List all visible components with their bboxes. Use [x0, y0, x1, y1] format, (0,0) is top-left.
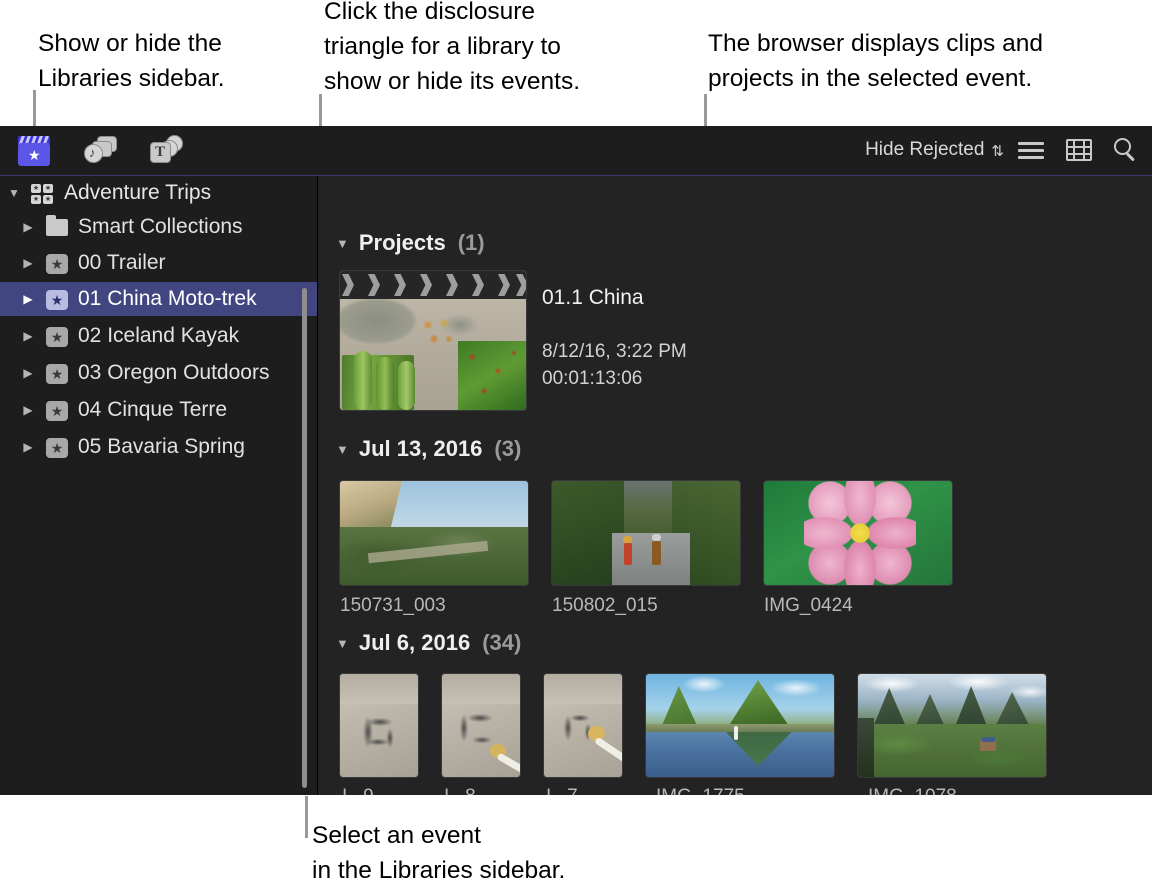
- sidebar-library-adventure-trips[interactable]: ▼ ★ ★ ★ ★ Adventure Trips: [0, 176, 318, 210]
- clip-thumbnail-150731-003[interactable]: [340, 481, 528, 585]
- callout-browser-displays: The browser displays clips and projects …: [708, 26, 1138, 96]
- project-date: 8/12/16, 3:22 PM: [542, 341, 687, 363]
- libraries-icon[interactable]: ★: [18, 134, 50, 166]
- disclosure-triangle-jul-13-2016[interactable]: ▼: [336, 442, 349, 457]
- list-view-icon[interactable]: [1018, 140, 1044, 160]
- section-count: (1): [458, 230, 485, 256]
- clip-label: 150731_003: [340, 595, 446, 617]
- folder-icon: [42, 215, 72, 239]
- callout-select-event: Select an event in the Libraries sidebar…: [312, 818, 692, 888]
- disclosure-triangle-00-trailer[interactable]: ▶: [14, 257, 42, 269]
- section-header-jul-13-2016[interactable]: ▼ Jul 13, 2016 (3): [336, 436, 521, 462]
- leader-line-select-event: [305, 796, 308, 838]
- clip-label: I...8: [444, 786, 476, 795]
- browser-pane: ▼ Projects (1) 01.1 China 8/12/16,: [318, 176, 1152, 795]
- clip-thumbnail-i-8[interactable]: [442, 674, 520, 777]
- browser-toolbar: ★ ♪ T Hide Rejected ⇅: [0, 126, 1152, 175]
- event-star-icon: ★: [42, 435, 72, 459]
- sidebar-item-05-bavaria-spring[interactable]: ▶ ★ 05 Bavaria Spring: [0, 430, 318, 464]
- disclosure-triangle-05-bavaria-spring[interactable]: ▶: [14, 441, 42, 453]
- search-icon[interactable]: [1114, 138, 1138, 162]
- clip-label: I...9: [342, 786, 374, 795]
- sidebar-item-label: Smart Collections: [72, 215, 243, 239]
- clip-label: I...7: [546, 786, 578, 795]
- photos-audio-icon[interactable]: ♪: [84, 134, 118, 166]
- sidebar-item-04-cinque-terre[interactable]: ▶ ★ 04 Cinque Terre: [0, 393, 318, 427]
- clip-thumbnail-150802-015[interactable]: [552, 481, 740, 585]
- sidebar-item-smart-collections[interactable]: ▶ Smart Collections: [0, 210, 318, 244]
- sidebar-item-label: 01 China Moto-trek: [72, 287, 257, 311]
- sidebar-item-00-trailer[interactable]: ▶ ★ 00 Trailer: [0, 246, 318, 280]
- sidebar-item-02-iceland-kayak[interactable]: ▶ ★ 02 Iceland Kayak: [0, 319, 318, 353]
- libraries-sidebar: ▼ ★ ★ ★ ★ Adventure Trips ▶ Smart Collec…: [0, 176, 318, 795]
- sidebar-item-01-china-moto-trek[interactable]: ▶ ★ 01 China Moto-trek: [0, 282, 318, 316]
- disclosure-triangle-04-cinque-terre[interactable]: ▶: [14, 404, 42, 416]
- library-icon: ★ ★ ★ ★: [28, 181, 58, 205]
- titles-generators-icon[interactable]: T: [150, 134, 184, 166]
- section-count: (3): [494, 436, 521, 462]
- library-label: Adventure Trips: [58, 181, 211, 205]
- chevron-up-down-icon: ⇅: [991, 144, 1004, 159]
- clip-thumbnail-img-0424[interactable]: [764, 481, 952, 585]
- clip-thumbnail-i-9[interactable]: [340, 674, 418, 777]
- disclosure-triangle-03-oregon-outdoors[interactable]: ▶: [14, 367, 42, 379]
- event-star-icon: ★: [42, 398, 72, 422]
- star-glyph: ★: [28, 148, 41, 162]
- clip-label: IMG_0424: [764, 595, 853, 617]
- clip-label: IMG_1078: [868, 786, 957, 795]
- section-title: Jul 6, 2016: [359, 630, 470, 656]
- disclosure-triangle-smart-collections[interactable]: ▶: [14, 221, 42, 233]
- clip-label: IMG_1775: [656, 786, 745, 795]
- callout-show-hide-sidebar: Show or hide the Libraries sidebar.: [38, 26, 308, 96]
- clip-thumbnail-img-1078[interactable]: [858, 674, 1046, 777]
- event-star-icon: ★: [42, 251, 72, 275]
- sidebar-item-label: 04 Cinque Terre: [72, 398, 227, 422]
- project-thumbnail-01-1-china[interactable]: [340, 271, 526, 410]
- sidebar-item-label: 03 Oregon Outdoors: [72, 361, 269, 385]
- filmstrip-view-icon[interactable]: [1066, 139, 1092, 161]
- project-duration: 00:01:13:06: [542, 368, 642, 390]
- hide-rejected-filter[interactable]: Hide Rejected ⇅: [865, 139, 1004, 161]
- event-star-icon: ★: [42, 361, 72, 385]
- sidebar-item-label: 00 Trailer: [72, 251, 166, 275]
- event-star-icon: ★: [42, 324, 72, 348]
- section-count: (34): [482, 630, 521, 656]
- hide-rejected-label: Hide Rejected: [865, 139, 984, 160]
- section-header-projects[interactable]: ▼ Projects (1): [336, 230, 485, 256]
- disclosure-triangle-library[interactable]: ▼: [0, 187, 28, 199]
- project-filmstrip-band: [340, 271, 526, 299]
- clip-label: 150802_015: [552, 595, 658, 617]
- sidebar-scrollbar[interactable]: [302, 288, 307, 788]
- disclosure-triangle-projects[interactable]: ▼: [336, 236, 349, 251]
- clip-thumbnail-img-1775[interactable]: [646, 674, 834, 777]
- event-star-icon: ★: [42, 287, 72, 311]
- final-cut-pro-window: ★ ♪ T Hide Rejected ⇅: [0, 126, 1152, 795]
- sidebar-item-label: 05 Bavaria Spring: [72, 435, 245, 459]
- clip-thumbnail-i-7[interactable]: [544, 674, 622, 777]
- section-title: Jul 13, 2016: [359, 436, 483, 462]
- sidebar-item-03-oregon-outdoors[interactable]: ▶ ★ 03 Oregon Outdoors: [0, 356, 318, 390]
- section-header-jul-6-2016[interactable]: ▼ Jul 6, 2016 (34): [336, 630, 521, 656]
- callout-disclosure-triangle: Click the disclosure triangle for a libr…: [324, 0, 654, 99]
- section-title: Projects: [359, 230, 446, 256]
- disclosure-triangle-jul-6-2016[interactable]: ▼: [336, 636, 349, 651]
- disclosure-triangle-02-iceland-kayak[interactable]: ▶: [14, 330, 42, 342]
- disclosure-triangle-01-china-moto-trek[interactable]: ▶: [14, 293, 42, 305]
- sidebar-item-label: 02 Iceland Kayak: [72, 324, 239, 348]
- project-title: 01.1 China: [542, 286, 644, 310]
